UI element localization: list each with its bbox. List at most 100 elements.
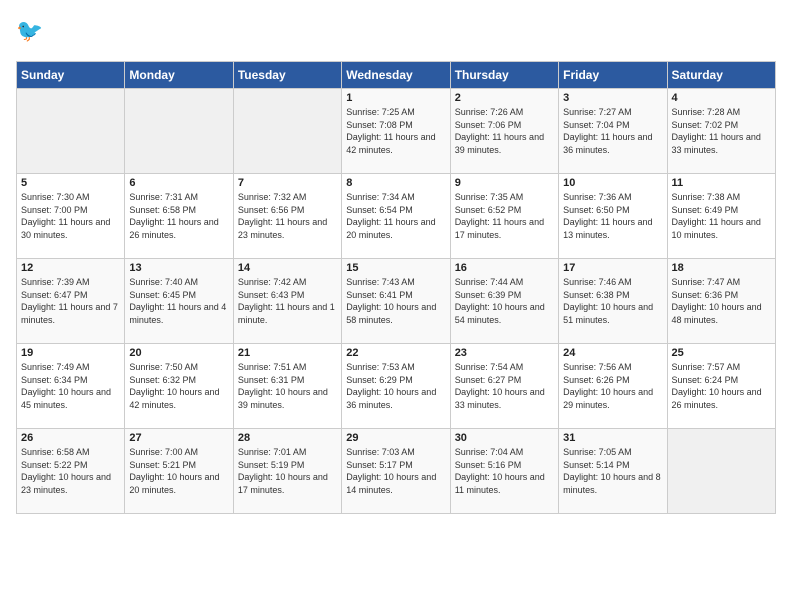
calendar-cell: 17 Sunrise: 7:46 AMSunset: 6:38 PMDayligh…	[559, 259, 667, 344]
calendar-cell	[667, 429, 775, 514]
day-number: 14	[238, 262, 337, 274]
day-info: Sunrise: 7:30 AMSunset: 7:00 PMDaylight:…	[21, 191, 120, 241]
day-number: 29	[346, 432, 445, 444]
day-number: 8	[346, 177, 445, 189]
calendar-cell: 14 Sunrise: 7:42 AMSunset: 6:43 PMDayligh…	[233, 259, 341, 344]
calendar-cell: 27 Sunrise: 7:00 AMSunset: 5:21 PMDayligh…	[125, 429, 233, 514]
day-info: Sunrise: 7:03 AMSunset: 5:17 PMDaylight:…	[346, 446, 445, 496]
header-wednesday: Wednesday	[342, 62, 450, 89]
calendar-cell: 12Sunrise: 7:39 AMSunset: 6:47 PMDayligh…	[17, 259, 125, 344]
day-number: 23	[455, 347, 554, 359]
calendar-cell: 13 Sunrise: 7:40 AMSunset: 6:45 PMDayligh…	[125, 259, 233, 344]
day-info: Sunrise: 7:34 AMSunset: 6:54 PMDaylight:…	[346, 191, 445, 241]
day-info: Sunrise: 7:38 AMSunset: 6:49 PMDaylight:…	[672, 191, 771, 241]
day-info: Sunrise: 7:46 AMSunset: 6:38 PMDaylight:…	[563, 276, 662, 326]
calendar-cell: 21 Sunrise: 7:51 AMSunset: 6:31 PMDayligh…	[233, 344, 341, 429]
calendar-cell: 9 Sunrise: 7:35 AMSunset: 6:52 PMDaylight…	[450, 174, 558, 259]
day-number: 27	[129, 432, 228, 444]
header-friday: Friday	[559, 62, 667, 89]
day-info: Sunrise: 7:56 AMSunset: 6:26 PMDaylight:…	[563, 361, 662, 411]
header-saturday: Saturday	[667, 62, 775, 89]
day-info: Sunrise: 6:58 AMSunset: 5:22 PMDaylight:…	[21, 446, 120, 496]
day-number: 7	[238, 177, 337, 189]
day-info: Sunrise: 7:32 AMSunset: 6:56 PMDaylight:…	[238, 191, 337, 241]
day-number: 22	[346, 347, 445, 359]
calendar-week-row: 1 Sunrise: 7:25 AMSunset: 7:08 PMDaylight…	[17, 89, 776, 174]
day-info: Sunrise: 7:39 AMSunset: 6:47 PMDaylight:…	[21, 276, 120, 326]
calendar-table: SundayMondayTuesdayWednesdayThursdayFrid…	[16, 61, 776, 514]
header-thursday: Thursday	[450, 62, 558, 89]
calendar-cell: 6 Sunrise: 7:31 AMSunset: 6:58 PMDaylight…	[125, 174, 233, 259]
day-number: 16	[455, 262, 554, 274]
day-number: 20	[129, 347, 228, 359]
day-info: Sunrise: 7:51 AMSunset: 6:31 PMDaylight:…	[238, 361, 337, 411]
day-info: Sunrise: 7:40 AMSunset: 6:45 PMDaylight:…	[129, 276, 228, 326]
day-info: Sunrise: 7:00 AMSunset: 5:21 PMDaylight:…	[129, 446, 228, 496]
calendar-header-row: SundayMondayTuesdayWednesdayThursdayFrid…	[17, 62, 776, 89]
calendar-cell	[233, 89, 341, 174]
day-info: Sunrise: 7:05 AMSunset: 5:14 PMDaylight:…	[563, 446, 662, 496]
svg-text:🐦: 🐦	[16, 18, 43, 43]
calendar-cell: 20 Sunrise: 7:50 AMSunset: 6:32 PMDayligh…	[125, 344, 233, 429]
calendar-cell: 3 Sunrise: 7:27 AMSunset: 7:04 PMDaylight…	[559, 89, 667, 174]
day-number: 26	[21, 432, 120, 444]
calendar-cell: 29 Sunrise: 7:03 AMSunset: 5:17 PMDayligh…	[342, 429, 450, 514]
day-number: 4	[672, 92, 771, 104]
day-info: Sunrise: 7:42 AMSunset: 6:43 PMDaylight:…	[238, 276, 337, 326]
day-number: 17	[563, 262, 662, 274]
calendar-cell: 26 Sunrise: 6:58 AMSunset: 5:22 PMDayligh…	[17, 429, 125, 514]
calendar-week-row: 19Sunrise: 7:49 AMSunset: 6:34 PMDayligh…	[17, 344, 776, 429]
day-info: Sunrise: 7:36 AMSunset: 6:50 PMDaylight:…	[563, 191, 662, 241]
calendar-cell: 1 Sunrise: 7:25 AMSunset: 7:08 PMDaylight…	[342, 89, 450, 174]
day-number: 15	[346, 262, 445, 274]
day-number: 6	[129, 177, 228, 189]
calendar-cell: 11Sunrise: 7:38 AMSunset: 6:49 PMDayligh…	[667, 174, 775, 259]
day-number: 1	[346, 92, 445, 104]
day-info: Sunrise: 7:31 AMSunset: 6:58 PMDaylight:…	[129, 191, 228, 241]
day-number: 21	[238, 347, 337, 359]
day-number: 10	[563, 177, 662, 189]
day-info: Sunrise: 7:53 AMSunset: 6:29 PMDaylight:…	[346, 361, 445, 411]
calendar-cell: 8 Sunrise: 7:34 AMSunset: 6:54 PMDaylight…	[342, 174, 450, 259]
calendar-cell: 22 Sunrise: 7:53 AMSunset: 6:29 PMDayligh…	[342, 344, 450, 429]
day-number: 30	[455, 432, 554, 444]
calendar-week-row: 5 Sunrise: 7:30 AMSunset: 7:00 PMDaylight…	[17, 174, 776, 259]
day-info: Sunrise: 7:28 AMSunset: 7:02 PMDaylight:…	[672, 106, 771, 156]
day-number: 9	[455, 177, 554, 189]
page-header: 🐦	[16, 16, 776, 49]
day-number: 24	[563, 347, 662, 359]
day-info: Sunrise: 7:25 AMSunset: 7:08 PMDaylight:…	[346, 106, 445, 156]
calendar-cell	[125, 89, 233, 174]
day-info: Sunrise: 7:27 AMSunset: 7:04 PMDaylight:…	[563, 106, 662, 156]
day-info: Sunrise: 7:43 AMSunset: 6:41 PMDaylight:…	[346, 276, 445, 326]
calendar-cell: 7 Sunrise: 7:32 AMSunset: 6:56 PMDaylight…	[233, 174, 341, 259]
calendar-cell: 23 Sunrise: 7:54 AMSunset: 6:27 PMDayligh…	[450, 344, 558, 429]
calendar-cell: 25Sunrise: 7:57 AMSunset: 6:24 PMDayligh…	[667, 344, 775, 429]
calendar-cell: 10 Sunrise: 7:36 AMSunset: 6:50 PMDayligh…	[559, 174, 667, 259]
logo: 🐦	[16, 16, 48, 49]
header-sunday: Sunday	[17, 62, 125, 89]
calendar-cell: 19Sunrise: 7:49 AMSunset: 6:34 PMDayligh…	[17, 344, 125, 429]
calendar-cell: 31Sunrise: 7:05 AMSunset: 5:14 PMDayligh…	[559, 429, 667, 514]
day-number: 18	[672, 262, 771, 274]
day-info: Sunrise: 7:57 AMSunset: 6:24 PMDaylight:…	[672, 361, 771, 411]
calendar-cell: 30 Sunrise: 7:04 AMSunset: 5:16 PMDayligh…	[450, 429, 558, 514]
day-number: 28	[238, 432, 337, 444]
day-number: 2	[455, 92, 554, 104]
day-number: 13	[129, 262, 228, 274]
calendar-cell	[17, 89, 125, 174]
calendar-cell: 15 Sunrise: 7:43 AMSunset: 6:41 PMDayligh…	[342, 259, 450, 344]
calendar-cell: 4 Sunrise: 7:28 AMSunset: 7:02 PMDaylight…	[667, 89, 775, 174]
calendar-week-row: 26 Sunrise: 6:58 AMSunset: 5:22 PMDayligh…	[17, 429, 776, 514]
calendar-cell: 18Sunrise: 7:47 AMSunset: 6:36 PMDayligh…	[667, 259, 775, 344]
header-tuesday: Tuesday	[233, 62, 341, 89]
day-info: Sunrise: 7:50 AMSunset: 6:32 PMDaylight:…	[129, 361, 228, 411]
calendar-week-row: 12Sunrise: 7:39 AMSunset: 6:47 PMDayligh…	[17, 259, 776, 344]
calendar-cell: 16Sunrise: 7:44 AMSunset: 6:39 PMDayligh…	[450, 259, 558, 344]
day-number: 3	[563, 92, 662, 104]
day-info: Sunrise: 7:54 AMSunset: 6:27 PMDaylight:…	[455, 361, 554, 411]
day-number: 5	[21, 177, 120, 189]
calendar-cell: 2Sunrise: 7:26 AMSunset: 7:06 PMDaylight…	[450, 89, 558, 174]
day-info: Sunrise: 7:35 AMSunset: 6:52 PMDaylight:…	[455, 191, 554, 241]
day-info: Sunrise: 7:04 AMSunset: 5:16 PMDaylight:…	[455, 446, 554, 496]
